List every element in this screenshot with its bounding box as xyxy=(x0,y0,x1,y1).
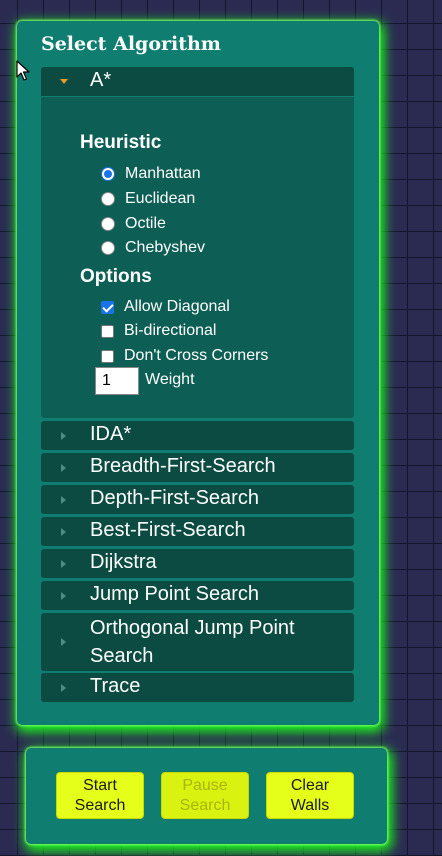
checkbox[interactable] xyxy=(101,349,114,363)
heuristic-octile[interactable]: Octile xyxy=(101,213,166,235)
chevron-right-icon xyxy=(61,683,66,692)
weight-label: Weight xyxy=(145,371,195,388)
chevron-right-icon xyxy=(61,527,66,536)
heuristic-chebyshev[interactable]: Chebyshev xyxy=(101,237,205,259)
radio-button[interactable] xyxy=(101,217,115,231)
chevron-right-icon xyxy=(61,431,66,440)
accordion-header-orthogonal-jps[interactable]: Orthogonal Jump Point Search xyxy=(41,613,354,671)
option-dont-cross-corners[interactable]: Don't Cross Corners xyxy=(101,345,268,367)
start-search-button[interactable]: Start Search xyxy=(56,772,144,819)
accordion-label: Breadth-First-Search xyxy=(90,455,276,477)
checkbox-label: Allow Diagonal xyxy=(124,298,230,315)
mouse-cursor-icon xyxy=(16,60,30,81)
accordion-label: Orthogonal Jump Point Search xyxy=(90,617,295,667)
heuristic-manhattan[interactable]: Manhattan xyxy=(101,163,201,185)
pause-search-button[interactable]: Pause Search xyxy=(161,772,249,819)
radio-button[interactable] xyxy=(101,241,115,255)
accordion-header-astar[interactable]: A* xyxy=(41,67,354,96)
checkbox-checked[interactable] xyxy=(101,300,114,314)
radio-label: Octile xyxy=(125,215,166,232)
accordion-header-best-first[interactable]: Best-First-Search xyxy=(41,517,354,546)
accordion-label: Dijkstra xyxy=(90,551,157,573)
option-allow-diagonal[interactable]: Allow Diagonal xyxy=(101,296,230,318)
weight-input[interactable] xyxy=(95,367,139,395)
radio-button[interactable] xyxy=(101,192,115,206)
heuristic-title: Heuristic xyxy=(80,132,162,153)
chevron-right-icon xyxy=(61,638,66,646)
checkbox-label: Bi-directional xyxy=(124,322,217,339)
accordion-label: A* xyxy=(90,69,112,91)
clear-walls-button[interactable]: Clear Walls xyxy=(266,772,354,819)
accordion-header-dijkstra[interactable]: Dijkstra xyxy=(41,549,354,578)
radio-label: Euclidean xyxy=(125,190,196,207)
accordion-header-dfs[interactable]: Depth-First-Search xyxy=(41,485,354,514)
chevron-right-icon xyxy=(61,591,66,600)
accordion-header-bfs[interactable]: Breadth-First-Search xyxy=(41,453,354,482)
astar-options-body: Heuristic Manhattan Euclidean Octile Che… xyxy=(41,97,354,418)
control-panel: Start Search Pause Search Clear Walls xyxy=(26,748,387,844)
chevron-right-icon xyxy=(61,495,66,504)
caret-down-icon xyxy=(60,79,68,84)
accordion-label: Trace xyxy=(90,675,141,697)
chevron-right-icon xyxy=(61,463,66,472)
options-title: Options xyxy=(80,266,152,287)
radio-button-checked[interactable] xyxy=(101,167,115,181)
panel-title: Select Algorithm xyxy=(41,33,221,55)
accordion-label: Jump Point Search xyxy=(90,583,259,605)
chevron-right-icon xyxy=(61,559,66,568)
accordion-header-ida[interactable]: IDA* xyxy=(41,421,354,450)
accordion-label: IDA* xyxy=(90,423,132,445)
checkbox[interactable] xyxy=(101,324,114,338)
accordion-label: Best-First-Search xyxy=(90,519,246,541)
option-bi-directional[interactable]: Bi-directional xyxy=(101,320,216,342)
accordion-header-jps[interactable]: Jump Point Search xyxy=(41,581,354,610)
radio-label: Manhattan xyxy=(125,165,201,182)
accordion-header-trace[interactable]: Trace xyxy=(41,673,354,702)
algorithm-panel: Select Algorithm A* Heuristic Manhattan … xyxy=(17,21,379,725)
checkbox-label: Don't Cross Corners xyxy=(124,347,269,364)
radio-label: Chebyshev xyxy=(125,239,206,256)
accordion-label: Depth-First-Search xyxy=(90,487,259,509)
heuristic-euclidean[interactable]: Euclidean xyxy=(101,188,195,210)
